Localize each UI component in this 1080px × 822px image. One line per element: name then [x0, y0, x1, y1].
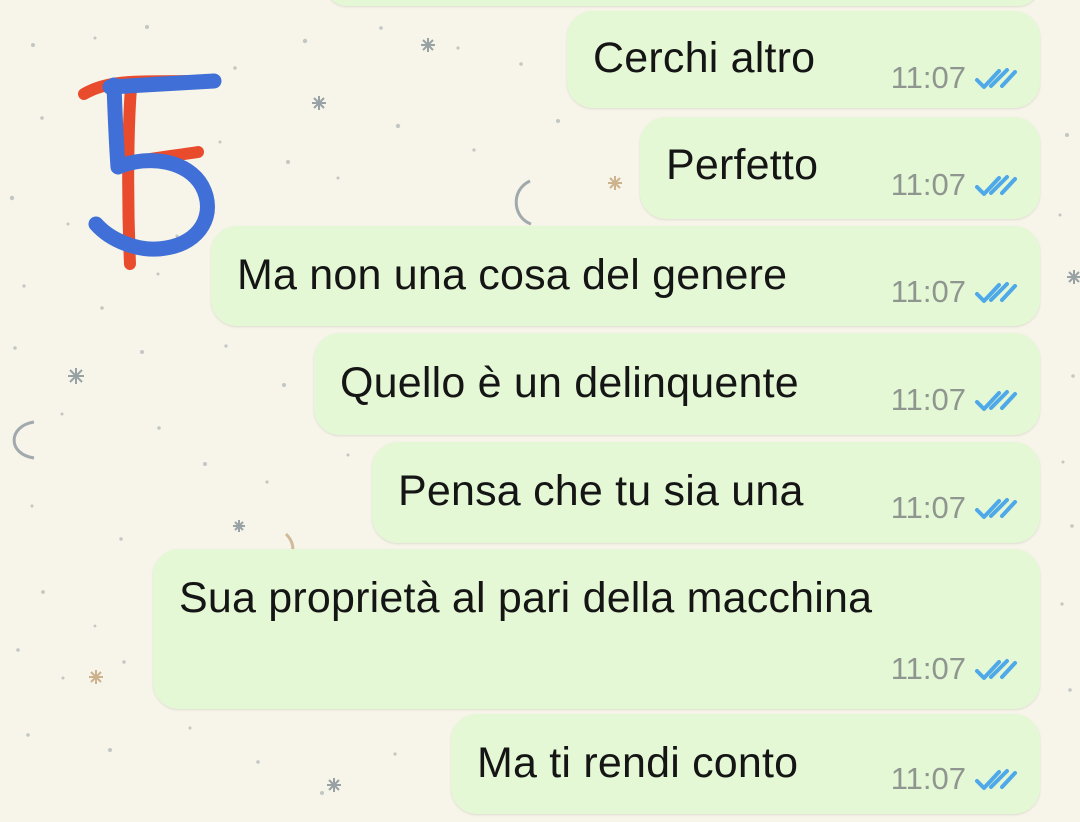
message-bubble[interactable]: Pensa che tu sia una 11:07 [372, 442, 1040, 543]
message-bubble[interactable]: Quello è un delinquente 11:07 [314, 333, 1040, 435]
message-text: Pensa che tu sia una [398, 467, 804, 515]
message-time: 11:07 [890, 274, 966, 309]
message-time: 11:07 [890, 167, 966, 202]
message-text: Cerchi altro [593, 34, 816, 82]
message-time: 11:07 [890, 382, 966, 417]
double-check-read-icon [975, 390, 1017, 411]
message-text: Perfetto [666, 141, 819, 189]
double-check-read-icon [975, 769, 1017, 790]
message-meta: 11:07 [891, 651, 1018, 687]
double-check-read-icon [975, 659, 1017, 680]
message-time: 11:07 [890, 761, 966, 796]
message-bubble[interactable]: Ma non una cosa del genere 11:07 [211, 226, 1040, 326]
message-bubble[interactable]: Ma ti rendi conto 11:07 [451, 714, 1040, 814]
message-time: 11:07 [890, 60, 966, 95]
message-text: Quello è un delinquente [340, 359, 799, 407]
message-bubble[interactable]: Perfetto 11:07 [640, 117, 1040, 219]
chat-message-list[interactable]: Cerchi altro 11:07 Perfetto 11:07 Ma non… [0, 0, 1080, 822]
double-check-read-icon [975, 282, 1017, 303]
message-time: 11:07 [890, 490, 966, 525]
message-text: Ma non una cosa del genere [237, 251, 788, 299]
message-meta: 11:07 [891, 60, 1018, 96]
message-meta: 11:07 [891, 274, 1018, 310]
double-check-read-icon [975, 175, 1017, 196]
message-meta: 11:07 [891, 167, 1018, 203]
message-meta: 11:07 [891, 761, 1018, 797]
message-text: Ma ti rendi conto [477, 739, 799, 787]
double-check-read-icon [975, 68, 1017, 89]
message-meta: 11:07 [891, 490, 1018, 526]
message-text: Sua proprietà al pari della macchina [179, 574, 873, 622]
message-time: 11:07 [890, 651, 966, 686]
double-check-read-icon [975, 498, 1017, 519]
message-meta: 11:07 [891, 382, 1018, 418]
message-bubble[interactable]: Cerchi altro 11:07 [567, 11, 1040, 108]
message-bubble[interactable]: Sua proprietà al pari della macchina 11:… [153, 549, 1040, 709]
